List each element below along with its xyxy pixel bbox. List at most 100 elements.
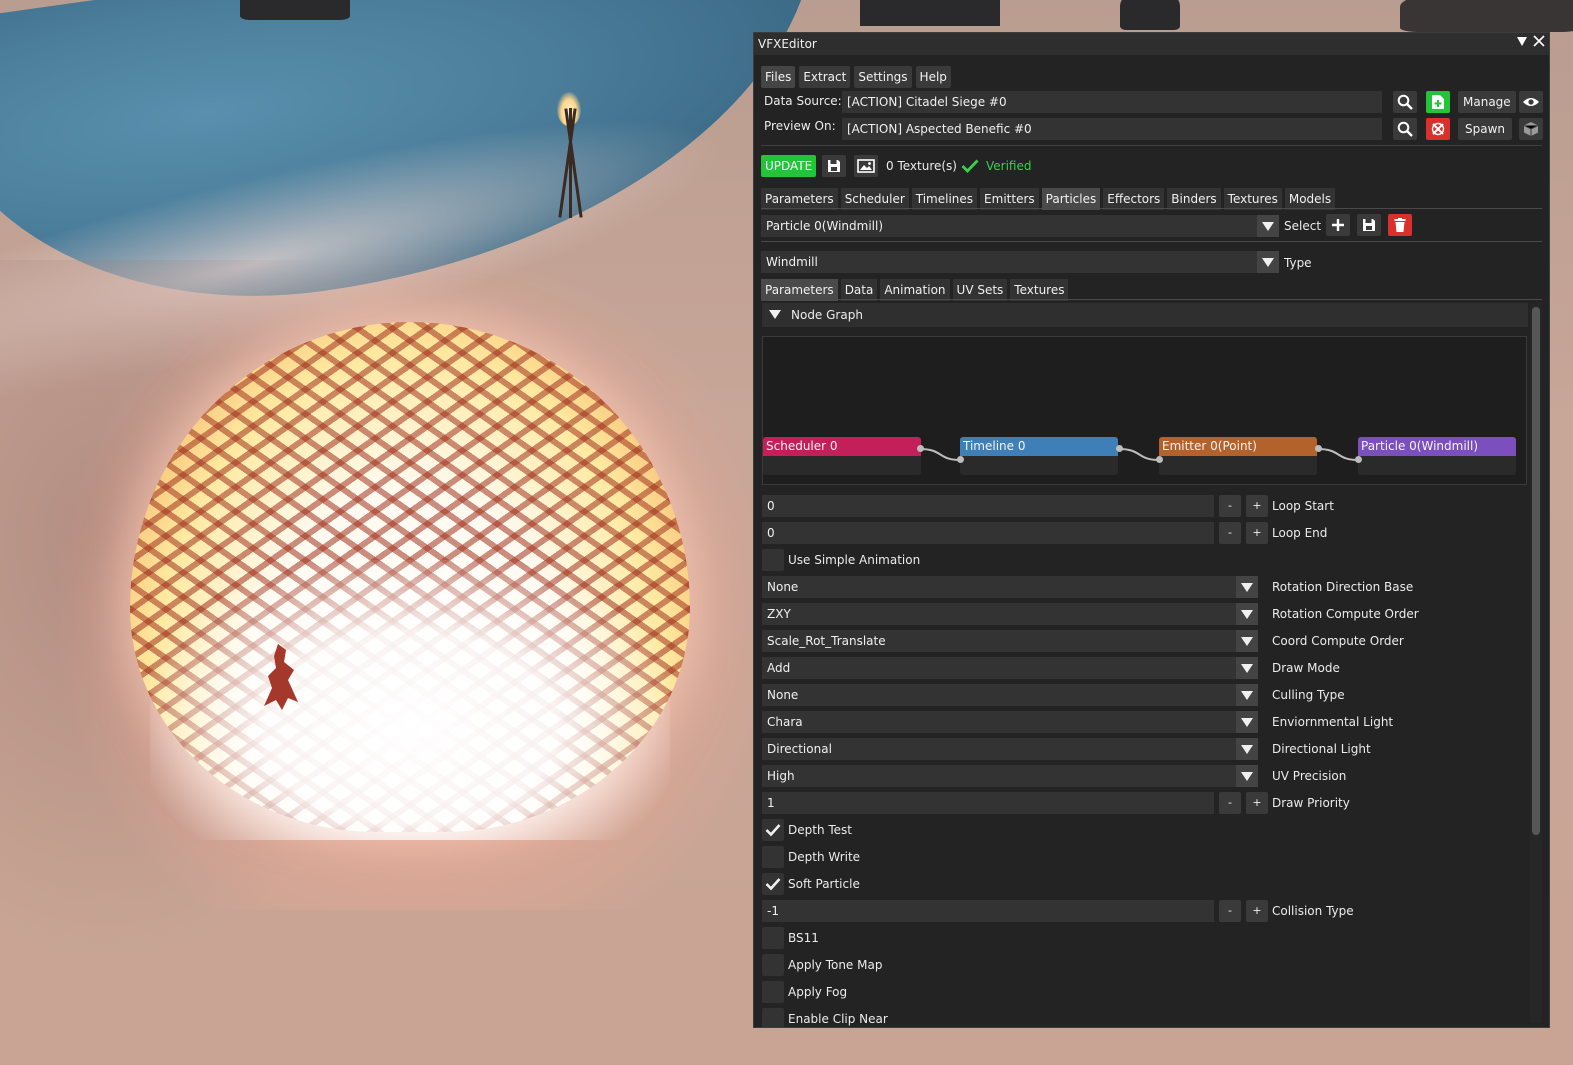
subtab-animation[interactable]: Animation <box>880 279 950 301</box>
data-source-search-button[interactable] <box>1393 91 1417 113</box>
node-input-pin[interactable] <box>957 456 964 463</box>
new-file-button[interactable] <box>1426 91 1450 113</box>
node-graph-canvas[interactable]: Scheduler 0 Timeline 0 Emitter 0(Point) … <box>762 336 1527 485</box>
save-button[interactable] <box>822 155 846 177</box>
delete-particle-button[interactable] <box>1388 214 1412 236</box>
preview-search-button[interactable] <box>1393 118 1417 140</box>
rock <box>240 0 350 20</box>
environmental-light-dropdown[interactable]: Chara <box>762 711 1258 733</box>
loop-start-input[interactable]: 0 <box>762 495 1214 517</box>
subtab-textures[interactable]: Textures <box>1010 279 1069 301</box>
loop-start-increment[interactable]: + <box>1246 495 1268 517</box>
subtab-parameters[interactable]: Parameters <box>761 279 838 301</box>
window-titlebar[interactable]: VFXEditor <box>754 33 1549 55</box>
tab-particles[interactable]: Particles <box>1041 188 1101 210</box>
tab-emitters[interactable]: Emitters <box>980 188 1039 210</box>
eye-icon <box>1523 98 1539 106</box>
draw-priority-decrement[interactable]: - <box>1219 792 1241 814</box>
scrollbar-thumb[interactable] <box>1532 307 1540 835</box>
loop-end-increment[interactable]: + <box>1246 522 1268 544</box>
menu-files[interactable]: Files <box>761 66 796 88</box>
tab-textures[interactable]: Textures <box>1223 188 1282 210</box>
close-icon[interactable] <box>1531 35 1547 51</box>
subtab-uv-sets[interactable]: UV Sets <box>952 279 1008 301</box>
rock <box>1120 0 1180 30</box>
directional-light-dropdown[interactable]: Directional <box>762 738 1258 760</box>
collision-type-increment[interactable]: + <box>1246 900 1268 922</box>
depth-test-checkbox[interactable] <box>762 819 784 841</box>
apply-fog-checkbox[interactable] <box>762 981 784 1003</box>
node-graph-title: Node Graph <box>791 308 863 322</box>
node-particle-title: Particle 0(Windmill) <box>1358 437 1516 456</box>
loop-start-decrement[interactable]: - <box>1219 495 1241 517</box>
depth-write-checkbox[interactable] <box>762 846 784 868</box>
coord-compute-order-dropdown[interactable]: Scale_Rot_Translate <box>762 630 1258 652</box>
tab-scheduler[interactable]: Scheduler <box>840 188 909 210</box>
preview-on-field[interactable]: [ACTION] Aspected Benefic #0 <box>842 118 1382 140</box>
tab-binders[interactable]: Binders <box>1167 188 1221 210</box>
image-button[interactable] <box>854 155 878 177</box>
particle-type-dropdown[interactable]: Windmill <box>761 251 1279 273</box>
tab-effectors[interactable]: Effectors <box>1103 188 1165 210</box>
node-graph-header[interactable]: Node Graph <box>762 303 1528 327</box>
directional-light-label: Directional Light <box>1272 742 1371 756</box>
rotation-compute-order-dropdown[interactable]: ZXY <box>762 603 1258 625</box>
node-input-pin[interactable] <box>1156 456 1163 463</box>
tab-parameters[interactable]: Parameters <box>761 188 838 210</box>
soft-particle-label: Soft Particle <box>788 877 860 891</box>
collision-type-input[interactable]: -1 <box>762 900 1214 922</box>
tab-models[interactable]: Models <box>1284 188 1336 210</box>
node-output-pin[interactable] <box>917 445 924 452</box>
chevron-down-icon <box>1257 251 1279 273</box>
chevron-down-icon <box>1257 215 1279 237</box>
draw-priority-input[interactable]: 1 <box>762 792 1214 814</box>
search-icon <box>1397 94 1413 110</box>
add-particle-button[interactable] <box>1326 214 1350 236</box>
draw-priority-increment[interactable]: + <box>1246 792 1268 814</box>
apply-fog-label: Apply Fog <box>788 985 848 999</box>
loop-end-input[interactable]: 0 <box>762 522 1214 544</box>
subtab-data[interactable]: Data <box>840 279 878 301</box>
checkmark-icon <box>765 824 781 837</box>
visibility-button[interactable] <box>1519 91 1543 113</box>
draw-mode-dropdown[interactable]: Add <box>762 657 1258 679</box>
unlink-preview-button[interactable] <box>1426 118 1450 140</box>
data-source-field[interactable]: [ACTION] Citadel Siege #0 <box>842 91 1382 113</box>
enable-clip-near-checkbox[interactable] <box>762 1008 784 1027</box>
menu-settings[interactable]: Settings <box>854 66 912 88</box>
bs11-checkbox[interactable] <box>762 927 784 949</box>
loop-end-decrement[interactable]: - <box>1219 522 1241 544</box>
collision-type-decrement[interactable]: - <box>1219 900 1241 922</box>
environmental-light-value: Chara <box>767 715 803 729</box>
menu-extract[interactable]: Extract <box>799 66 851 88</box>
chevron-down-icon <box>1236 576 1258 598</box>
culling-type-dropdown[interactable]: None <box>762 684 1258 706</box>
node-input-pin[interactable] <box>1355 456 1362 463</box>
window-title: VFXEditor <box>758 37 817 51</box>
manage-button[interactable]: Manage <box>1458 91 1516 113</box>
save-particle-button[interactable] <box>1357 214 1381 236</box>
plus-icon <box>1332 219 1344 231</box>
spawn-button[interactable]: Spawn <box>1458 118 1513 140</box>
search-icon <box>1397 121 1413 137</box>
apply-tone-map-checkbox[interactable] <box>762 954 784 976</box>
update-button[interactable]: UPDATE <box>761 155 817 177</box>
tab-timelines[interactable]: Timelines <box>911 188 978 210</box>
uv-precision-dropdown[interactable]: High <box>762 765 1258 787</box>
menu-bar: Files Extract Settings Help <box>761 66 951 88</box>
use-simple-animation-checkbox[interactable] <box>762 549 784 571</box>
node-output-pin[interactable] <box>1315 445 1322 452</box>
model-view-button[interactable] <box>1519 118 1543 140</box>
soft-particle-checkbox[interactable] <box>762 873 784 895</box>
particle-select-dropdown[interactable]: Particle 0(Windmill) <box>761 215 1279 237</box>
node-timeline[interactable]: Timeline 0 <box>960 437 1118 475</box>
vfx-editor-window: VFXEditor Files Extract Settings Help Da… <box>753 32 1550 1028</box>
rotation-direction-base-dropdown[interactable]: None <box>762 576 1258 598</box>
save-icon <box>1363 219 1375 231</box>
menu-help[interactable]: Help <box>915 66 951 88</box>
node-emitter[interactable]: Emitter 0(Point) <box>1159 437 1317 475</box>
node-scheduler[interactable]: Scheduler 0 <box>763 437 921 475</box>
node-particle[interactable]: Particle 0(Windmill) <box>1358 437 1516 475</box>
collapse-icon[interactable] <box>1514 35 1530 51</box>
node-output-pin[interactable] <box>1116 445 1123 452</box>
